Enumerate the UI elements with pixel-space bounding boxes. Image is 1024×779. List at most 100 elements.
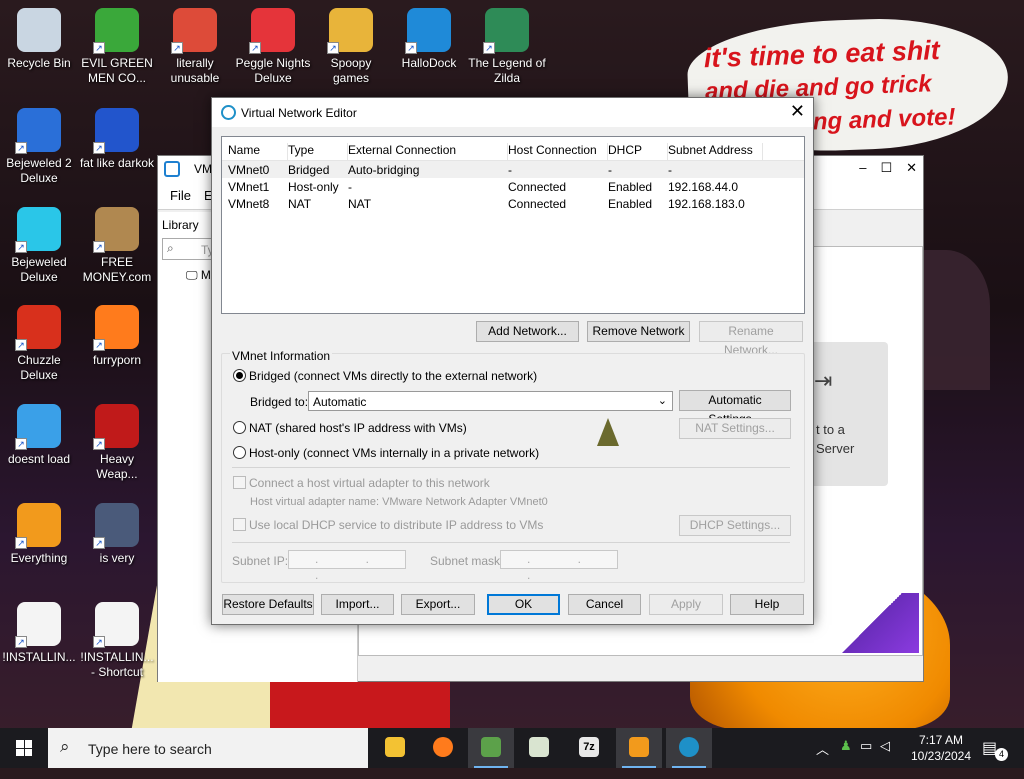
connect-server-card[interactable]: ⇥ bbox=[808, 342, 888, 486]
desktop-icon-everything[interactable]: ↗ Everything bbox=[0, 503, 78, 566]
import-button[interactable]: Import... bbox=[321, 594, 394, 615]
cell-subnet: 192.168.44.0 bbox=[668, 180, 739, 194]
taskbar-clock[interactable]: 7:17 AM 10/23/2024 bbox=[906, 732, 976, 764]
spoopy-games-icon: ↗ bbox=[327, 8, 373, 54]
host-only-label[interactable]: Host-only (connect VMs internally in a p… bbox=[249, 446, 539, 460]
desktop-icon-label: Bejeweled Deluxe bbox=[11, 255, 67, 284]
taskbar-search-box[interactable]: ⌕ Type here to search bbox=[48, 728, 368, 768]
bridged-label[interactable]: Bridged (connect VMs directly to the ext… bbox=[249, 369, 537, 383]
desktop-icon-peggle-nights-deluxe[interactable]: ↗ Peggle Nights Deluxe bbox=[234, 8, 312, 86]
start-button[interactable] bbox=[0, 728, 48, 768]
cell-name: VMnet1 bbox=[228, 180, 270, 194]
subnet-ip-field[interactable]: . . . bbox=[288, 550, 406, 582]
network-row[interactable]: VMnet8 NAT NAT Connected Enabled 192.168… bbox=[222, 195, 804, 212]
export-button[interactable]: Export... bbox=[401, 594, 475, 615]
remove-network-button[interactable]: Remove Network bbox=[587, 321, 690, 342]
connect-adapter-checkbox[interactable] bbox=[233, 476, 246, 489]
help-button[interactable]: Help bbox=[730, 594, 804, 615]
desktop-icon-spoopy-games[interactable]: ↗ Spoopy games bbox=[312, 8, 390, 86]
taskbar-search-placeholder: Type here to search bbox=[88, 741, 212, 757]
bejeweled-2-deluxe-icon: ↗ bbox=[15, 108, 61, 154]
bejeweled-deluxe-icon: ↗ bbox=[15, 207, 61, 253]
desktop-icon-bejeweled-deluxe[interactable]: ↗ Bejeweled Deluxe bbox=[0, 207, 78, 285]
virtual-network-editor-dialog[interactable]: Virtual Network Editor ✕ Name Type Exter… bbox=[211, 97, 814, 625]
column-dhcp[interactable]: DHCP bbox=[608, 143, 668, 161]
computer-icon: 🖵 bbox=[186, 268, 198, 282]
add-network-button[interactable]: Add Network... bbox=[476, 321, 579, 342]
desktop-icon-chuzzle-deluxe[interactable]: ↗ Chuzzle Deluxe bbox=[0, 305, 78, 383]
bridged-to-select[interactable]: Automatic ⌄ bbox=[308, 391, 673, 411]
shortcut-arrow-icon: ↗ bbox=[93, 339, 105, 351]
subnet-mask-field[interactable]: . . . bbox=[500, 550, 618, 582]
taskbar-file-explorer[interactable] bbox=[372, 728, 418, 768]
dhcp-checkbox[interactable] bbox=[233, 518, 246, 531]
desktop-icon-literally-unusable[interactable]: ↗ literally unusable bbox=[156, 8, 234, 86]
clock-date: 10/23/2024 bbox=[910, 749, 972, 763]
menu-file[interactable]: File bbox=[170, 188, 191, 203]
maximize-icon[interactable]: ☐ bbox=[880, 160, 892, 176]
cell-name: VMnet0 bbox=[228, 163, 270, 177]
library-tree-item[interactable]: 🖵 M bbox=[186, 268, 211, 283]
desktop-icon-the-legend-of-zilda[interactable]: ↗ The Legend of Zilda bbox=[468, 8, 546, 86]
desktop-icon-free-money-com[interactable]: ↗ FREE MONEY.com bbox=[78, 207, 156, 285]
vmnet-information-label: VMnet Information bbox=[230, 349, 333, 363]
shortcut-arrow-icon: ↗ bbox=[93, 142, 105, 154]
card-text-line-1: t to a bbox=[816, 422, 845, 437]
taskbar-winamp[interactable] bbox=[468, 728, 514, 768]
desktop-icon-installin-shortcut[interactable]: ↗ !INSTALLIN... - Shortcut bbox=[78, 602, 156, 680]
chevron-up-icon[interactable]: ︿ bbox=[816, 739, 829, 779]
nat-settings-button[interactable]: NAT Settings... bbox=[679, 418, 791, 439]
desktop-icon-doesnt-load[interactable]: ↗ doesnt load bbox=[0, 404, 78, 467]
taskbar-7zip[interactable]: 7z bbox=[566, 728, 612, 768]
desktop-icon-furryporn[interactable]: ↗ furryporn bbox=[78, 305, 156, 368]
column-external-connection[interactable]: External Connection bbox=[348, 143, 508, 161]
automatic-settings-button[interactable]: Automatic Settings... bbox=[679, 390, 791, 426]
minimize-icon[interactable]: – bbox=[859, 160, 866, 176]
dialog-titlebar[interactable]: Virtual Network Editor ✕ bbox=[212, 98, 813, 127]
shortcut-arrow-icon: ↗ bbox=[15, 537, 27, 549]
notification-icon[interactable]: ▤ 4 bbox=[982, 738, 1008, 761]
free-money-com-icon: ↗ bbox=[93, 207, 139, 253]
connect-adapter-label[interactable]: Connect a host virtual adapter to this n… bbox=[249, 476, 490, 490]
user-icon[interactable]: ♟ bbox=[840, 738, 852, 778]
desktop-icon-hallodock[interactable]: ↗ HalloDock bbox=[390, 8, 468, 71]
column-subnet-address[interactable]: Subnet Address bbox=[668, 143, 763, 161]
desktop-icon-bejeweled-2-deluxe[interactable]: ↗ Bejeweled 2 Deluxe bbox=[0, 108, 78, 186]
column-type[interactable]: Type bbox=[288, 143, 348, 161]
apply-button[interactable]: Apply bbox=[649, 594, 723, 615]
column-name[interactable]: Name bbox=[228, 143, 288, 161]
desktop-icon-label: Peggle Nights Deluxe bbox=[235, 56, 311, 85]
cancel-button[interactable]: Cancel bbox=[568, 594, 641, 615]
ok-button[interactable]: OK bbox=[487, 594, 560, 615]
bridged-radio[interactable] bbox=[233, 369, 246, 382]
desktop-icon-evil-green-men-co[interactable]: ↗ EVIL GREEN MEN CO... bbox=[78, 8, 156, 86]
desktop-icon-installin[interactable]: ↗ !INSTALLIN... bbox=[0, 602, 78, 665]
taskbar-firefox[interactable] bbox=[420, 728, 466, 768]
volume-icon[interactable]: ◁ bbox=[880, 738, 890, 778]
nat-label[interactable]: NAT (shared host's IP address with VMs) bbox=[249, 421, 467, 435]
taskbar-network-editor[interactable] bbox=[666, 728, 712, 768]
dhcp-settings-button[interactable]: DHCP Settings... bbox=[679, 515, 791, 536]
desktop-icon-heavy-weap[interactable]: ↗ Heavy Weap... bbox=[78, 404, 156, 482]
column-host-connection[interactable]: Host Connection bbox=[508, 143, 608, 161]
desktop-icon-is-very[interactable]: ↗ is very bbox=[78, 503, 156, 566]
taskbar-vmware[interactable] bbox=[616, 728, 662, 768]
desktop-icon-fat-like-darkok[interactable]: ↗ fat like darkok bbox=[78, 108, 156, 171]
nat-radio[interactable] bbox=[233, 421, 246, 434]
network-list[interactable]: Name Type External Connection Host Conne… bbox=[221, 136, 805, 314]
network-list-header: Name Type External Connection Host Conne… bbox=[222, 137, 804, 161]
rename-network-button[interactable]: Rename Network... bbox=[699, 321, 803, 357]
close-icon[interactable]: ✕ bbox=[906, 160, 917, 176]
dhcp-label[interactable]: Use local DHCP service to distribute IP … bbox=[249, 518, 543, 532]
network-tray-icon[interactable]: ▭ bbox=[860, 738, 872, 778]
network-row[interactable]: VMnet1 Host-only - Connected Enabled 192… bbox=[222, 178, 804, 195]
host-only-radio[interactable] bbox=[233, 446, 246, 459]
taskbar-task-manager[interactable] bbox=[516, 728, 562, 768]
literally-unusable-icon: ↗ bbox=[171, 8, 217, 54]
restore-defaults-button[interactable]: Restore Defaults bbox=[222, 594, 314, 615]
close-icon[interactable]: ✕ bbox=[790, 101, 805, 122]
7zip-icon: 7z bbox=[579, 737, 599, 757]
desktop-icon-recycle-bin[interactable]: Recycle Bin bbox=[0, 8, 78, 71]
network-row[interactable]: VMnet0 Bridged Auto-bridging - - - bbox=[222, 161, 804, 178]
shortcut-arrow-icon: ↗ bbox=[15, 438, 27, 450]
